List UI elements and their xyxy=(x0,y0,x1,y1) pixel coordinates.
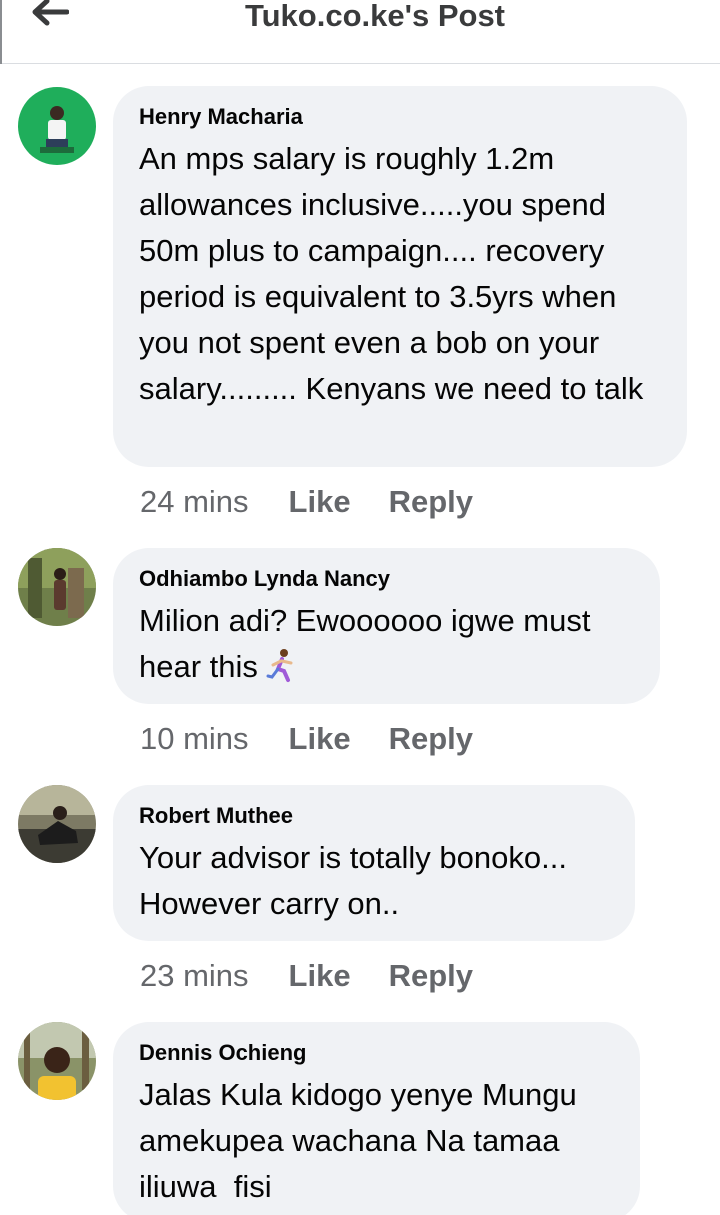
woman-running-emoji-icon xyxy=(264,647,300,696)
reply-button[interactable]: Reply xyxy=(389,721,473,757)
comment-actions: 10 mins Like Reply xyxy=(140,719,511,759)
comment-time[interactable]: 24 mins xyxy=(140,484,249,520)
like-button[interactable]: Like xyxy=(289,958,351,994)
comment-author[interactable]: Henry Macharia xyxy=(139,104,661,130)
top-bar: Tuko.co.ke's Post xyxy=(0,0,720,64)
comment-author[interactable]: Robert Muthee xyxy=(139,803,609,829)
like-button[interactable]: Like xyxy=(289,484,351,520)
avatar[interactable] xyxy=(18,785,96,863)
comment-time[interactable]: 10 mins xyxy=(140,721,249,757)
comment-text: An mps salary is roughly 1.2m allowances… xyxy=(139,141,644,406)
comment-bubble: Odhiambo Lynda Nancy Milion adi? Ewooooo… xyxy=(113,548,660,704)
comment-time[interactable]: 23 mins xyxy=(140,958,249,994)
like-button[interactable]: Like xyxy=(289,721,351,757)
reply-button[interactable]: Reply xyxy=(389,484,473,520)
post-comments-page: Tuko.co.ke's Post Henry Macharia An mps … xyxy=(0,0,720,1215)
comment-author[interactable]: Dennis Ochieng xyxy=(139,1040,614,1066)
comment-actions: 23 mins Like Reply xyxy=(140,956,511,996)
comment-author[interactable]: Odhiambo Lynda Nancy xyxy=(139,566,634,592)
comment-actions: 24 mins Like Reply xyxy=(140,482,511,522)
page-title: Tuko.co.ke's Post xyxy=(244,0,506,33)
comment-text: Milion adi? Ewoooooo igwe must hear this xyxy=(139,598,634,696)
comment-bubble: Dennis Ochieng Jalas Kula kidogo yenye M… xyxy=(113,1022,640,1215)
avatar[interactable] xyxy=(18,87,96,165)
comment-bubble: Robert Muthee Your advisor is totally bo… xyxy=(113,785,635,941)
reply-button[interactable]: Reply xyxy=(389,958,473,994)
avatar[interactable] xyxy=(18,1022,96,1100)
avatar[interactable] xyxy=(18,548,96,626)
comment-text: Your advisor is totally bonoko... Howeve… xyxy=(139,840,567,921)
comment-text: Jalas Kula kidogo yenye Mungu amekupea w… xyxy=(139,1077,586,1204)
comment-bubble: Henry Macharia An mps salary is roughly … xyxy=(113,86,687,467)
